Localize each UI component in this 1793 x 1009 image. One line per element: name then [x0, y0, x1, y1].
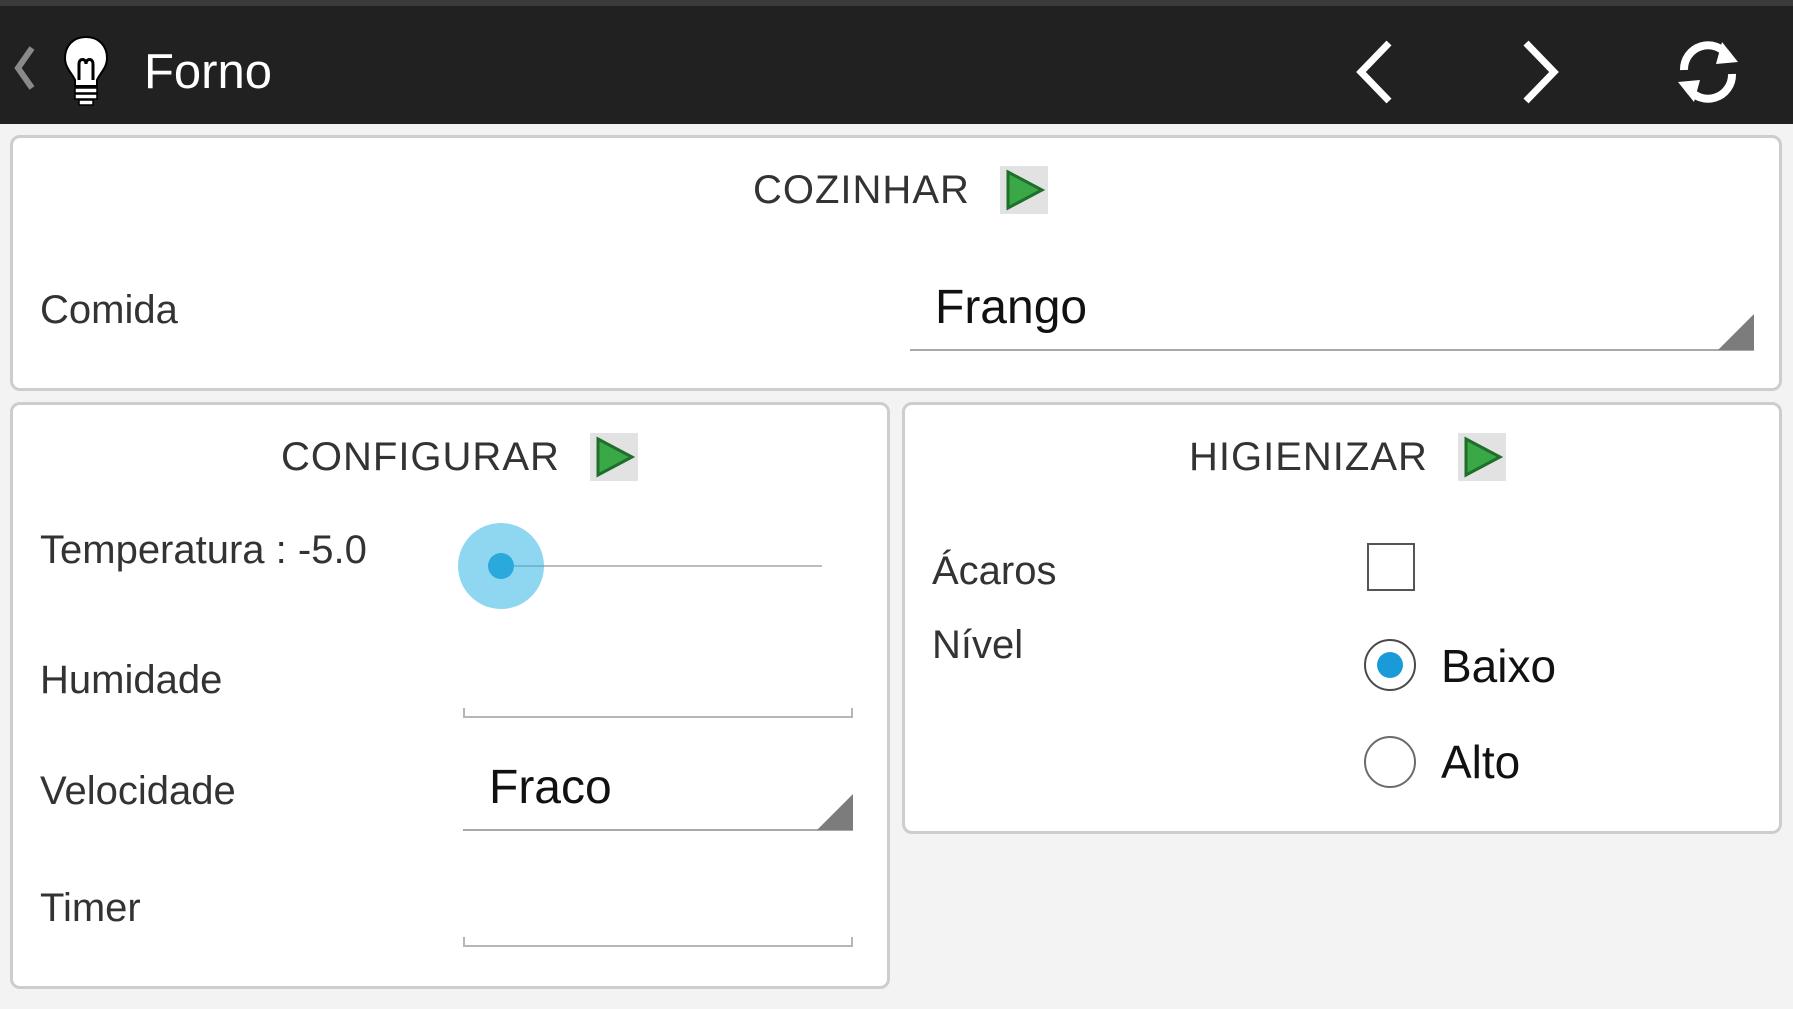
play-icon[interactable]: [1457, 433, 1506, 481]
refresh-icon[interactable]: [1668, 32, 1748, 112]
slider-track: [500, 565, 822, 567]
dropdown-arrow-icon: [1718, 314, 1754, 350]
temperature-label: Temperatura : -5.0: [40, 528, 367, 572]
action-bar: Forno: [0, 0, 1793, 124]
config-header-title: CONFIGURAR: [281, 434, 560, 479]
lightbulb-icon[interactable]: [62, 34, 110, 113]
app-title: Forno: [144, 45, 273, 99]
cook-header: COZINHAR: [753, 166, 1048, 214]
timer-input[interactable]: [463, 937, 853, 947]
radio-label: Baixo: [1441, 640, 1557, 692]
food-value: Frango: [935, 281, 1088, 334]
level-label: Nível: [932, 623, 1024, 667]
humidity-label: Humidade: [40, 658, 223, 702]
clean-card: HIGIENIZAR Ácaros Nível Baixo Alto: [902, 402, 1782, 834]
speed-value: Fraco: [489, 761, 612, 814]
slider-thumb[interactable]: [488, 553, 514, 579]
dropdown-arrow-icon: [817, 794, 853, 830]
speed-label: Velocidade: [40, 769, 236, 813]
play-icon[interactable]: [589, 433, 638, 481]
cook-header-title: COZINHAR: [753, 167, 970, 212]
humidity-input[interactable]: [463, 708, 853, 718]
play-icon[interactable]: [999, 166, 1048, 214]
clean-header: HIGIENIZAR: [1189, 433, 1506, 481]
food-label: Comida: [40, 288, 178, 332]
radio-label: Alto: [1441, 736, 1521, 788]
chevron-left-icon[interactable]: [1335, 32, 1415, 112]
speed-spinner-underline: [463, 829, 853, 831]
cook-card: COZINHAR Comida Frango: [10, 135, 1782, 391]
radio-button[interactable]: [1364, 736, 1416, 788]
mites-label: Ácaros: [932, 549, 1057, 593]
chevron-right-icon[interactable]: [1500, 32, 1580, 112]
radio-button[interactable]: [1364, 639, 1416, 691]
config-header: CONFIGURAR: [281, 433, 638, 481]
chevron-left-icon[interactable]: [10, 40, 38, 101]
food-spinner-underline: [910, 349, 1754, 351]
mites-checkbox[interactable]: [1367, 543, 1415, 591]
clean-header-title: HIGIENIZAR: [1189, 434, 1428, 479]
radio-dot: [1377, 652, 1403, 678]
config-card: CONFIGURAR Temperatura : -5.0 Humidade V…: [10, 402, 890, 989]
timer-label: Timer: [40, 886, 141, 930]
